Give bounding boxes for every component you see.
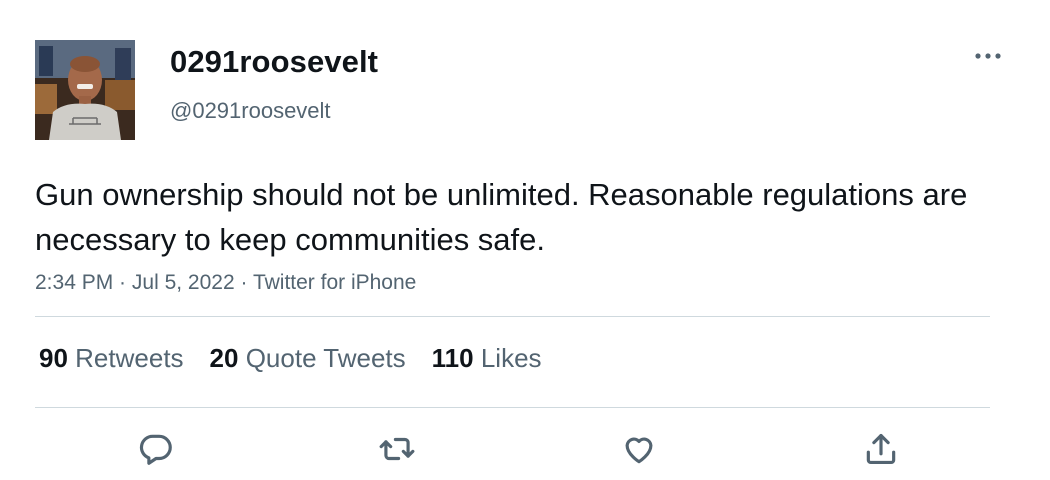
likes-label: Likes [480, 343, 542, 373]
likes-count: 110 [431, 343, 474, 373]
share-button[interactable] [862, 430, 902, 470]
tweet-meta: 2:34 PM · Jul 5, 2022 · Twitter for iPho… [35, 271, 416, 295]
reply-button[interactable] [137, 430, 177, 470]
retweets-count: 90 [39, 343, 68, 373]
likes-stat[interactable]: 110 Likes [432, 343, 542, 374]
quote-tweets-stat[interactable]: 20 Quote Tweets [210, 343, 406, 374]
reply-icon [139, 434, 172, 465]
retweets-label: Retweets [75, 343, 184, 373]
quote-tweets-count: 20 [209, 343, 239, 373]
retweets-stat[interactable]: 90 Retweets [39, 343, 184, 374]
divider [35, 316, 990, 317]
engagement-stats: 90 Retweets 20 Quote Tweets 110 Likes [39, 343, 568, 374]
user-handle[interactable]: @0291roosevelt [170, 98, 331, 124]
more-options-icon[interactable] [970, 44, 1006, 68]
avatar-photo [35, 40, 135, 140]
meta-separator: · [113, 271, 132, 294]
heart-icon [625, 437, 653, 464]
retweet-button[interactable] [378, 430, 418, 470]
divider [35, 407, 990, 408]
tweet-source[interactable]: Twitter for iPhone [253, 271, 416, 294]
tweet-time[interactable]: 2:34 PM [35, 271, 113, 294]
tweet-date[interactable]: Jul 5, 2022 [132, 271, 235, 294]
display-name[interactable]: 0291roosevelt [170, 44, 378, 80]
retweet-icon [379, 437, 415, 461]
like-button[interactable] [620, 430, 660, 470]
quote-tweets-label: Quote Tweets [245, 343, 406, 373]
meta-separator: · [234, 271, 253, 294]
share-icon [866, 433, 896, 465]
avatar[interactable] [35, 40, 135, 140]
tweet-text: Gun ownership should not be unlimited. R… [35, 177, 968, 257]
